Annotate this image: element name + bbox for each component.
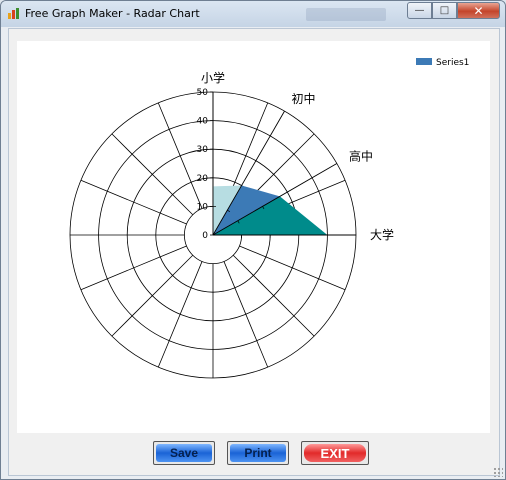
- app-icon: [8, 8, 19, 19]
- radial-tick-label: 50: [197, 88, 209, 98]
- category-label: 高中: [349, 149, 373, 164]
- category-label: 小学: [201, 70, 225, 85]
- window-title: Free Graph Maker - Radar Chart: [25, 7, 200, 20]
- legend: Series1: [416, 58, 469, 68]
- radial-tick-label: 0: [202, 231, 208, 241]
- grid-spoke: [111, 133, 194, 216]
- print-button[interactable]: Print: [227, 441, 289, 465]
- exit-button[interactable]: EXIT: [301, 441, 369, 465]
- legend-swatch: [416, 58, 432, 65]
- radial-tick-label: 20: [197, 174, 209, 184]
- radial-tick-label: 10: [197, 202, 209, 212]
- grid-spoke: [157, 102, 203, 209]
- exit-button-label: EXIT: [304, 444, 366, 462]
- resize-grip[interactable]: [493, 467, 503, 477]
- radar-chart: 小学初中高中大学 0 10 20 30 40 50 Series1: [69, 58, 469, 379]
- print-button-label: Print: [230, 444, 286, 462]
- grid-spoke: [80, 245, 187, 291]
- legend-label: Series1: [436, 58, 469, 68]
- maximize-icon: □: [439, 5, 450, 16]
- close-icon: ✕: [473, 3, 484, 18]
- window-controls: — □ ✕: [407, 2, 500, 19]
- category-label: 大学: [370, 227, 394, 242]
- grid-spoke: [80, 179, 187, 225]
- grid-spoke: [239, 245, 346, 291]
- grid-spoke: [157, 261, 203, 368]
- save-button[interactable]: Save: [153, 441, 215, 465]
- grid-spoke: [223, 261, 269, 368]
- title-bar[interactable]: Free Graph Maker - Radar Chart — □ ✕: [1, 1, 505, 27]
- radial-tick-label: 40: [197, 117, 209, 127]
- chart-panel: 小学初中高中大学 0 10 20 30 40 50 Series1: [17, 41, 490, 433]
- grid-spoke: [111, 254, 194, 337]
- close-button[interactable]: ✕: [457, 2, 500, 19]
- minimize-icon: —: [414, 5, 425, 16]
- save-button-label: Save: [156, 444, 212, 462]
- radial-tick-label: 30: [197, 145, 209, 155]
- app-window: Free Graph Maker - Radar Chart — □ ✕ 小学初…: [0, 0, 506, 480]
- grid-spoke: [232, 254, 315, 337]
- minimize-button[interactable]: —: [407, 2, 432, 19]
- title-bar-blur: [306, 8, 386, 21]
- category-label: 初中: [292, 91, 316, 106]
- maximize-button[interactable]: □: [432, 2, 457, 19]
